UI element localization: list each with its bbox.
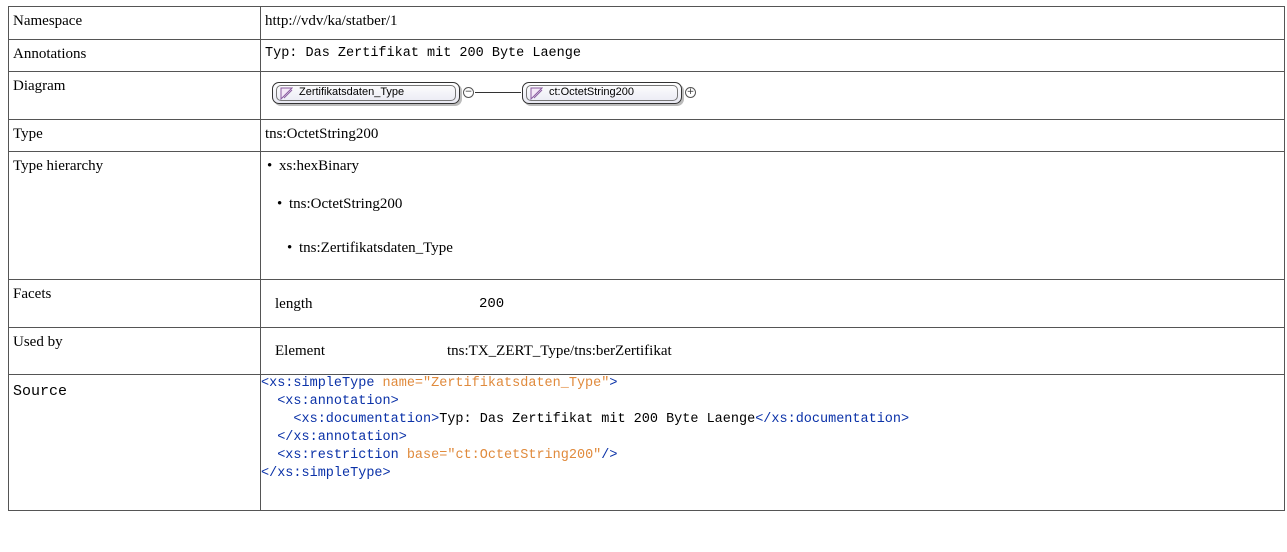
row-namespace: Namespace http://vdv/ka/statber/1 — [8, 6, 1285, 40]
type-label: Type — [8, 119, 261, 152]
annotations-value: Typ: Das Zertifikat mit 200 Byte Laenge — [260, 39, 1285, 72]
used-by-link[interactable]: tns:TX_ZERT_Type/tns:berZertifikat — [447, 343, 672, 360]
facet-name: length — [275, 296, 313, 312]
namespace-value: http://vdv/ka/statber/1 — [260, 6, 1285, 40]
type-value: tns:OctetString200 — [260, 119, 1285, 152]
annotations-label: Annotations — [8, 39, 261, 72]
used-by-cell: Element tns:TX_ZERT_Type/tns:berZertifik… — [260, 327, 1285, 375]
collapse-icon[interactable]: − — [463, 87, 474, 98]
diagram-node-label: Zertifikatsdaten_Type — [299, 86, 405, 98]
source-code: <xs:simpleType name="Zertifikatsdaten_Ty… — [260, 374, 1285, 511]
source-label: Source — [8, 374, 261, 511]
namespace-label: Namespace — [8, 6, 261, 40]
facets-label: Facets — [8, 279, 261, 328]
used-by-label: Used by — [8, 327, 261, 375]
used-by-kind: Element — [275, 343, 325, 359]
row-type-hierarchy: Type hierarchy • xs:hexBinary • tns:OctetS… — [8, 151, 1285, 280]
hierarchy-item: • xs:hexBinary — [267, 158, 359, 174]
diagram-connector — [475, 92, 521, 93]
row-used-by: Used by Element tns:TX_ZERT_Type/tns:ber… — [8, 327, 1285, 375]
facet-length: length 200 — [261, 280, 1284, 320]
row-diagram: Diagram Zertifikatsdaten_Type − ct:Octet… — [8, 71, 1285, 120]
simple-type-icon — [530, 87, 543, 100]
diagram-cell: Zertifikatsdaten_Type − ct:OctetString20… — [260, 71, 1285, 120]
hierarchy-item: • tns:OctetString200 — [277, 196, 403, 212]
type-hierarchy-cell: • xs:hexBinary • tns:OctetString200 • tns:Z… — [260, 151, 1285, 280]
expand-icon[interactable]: + — [685, 87, 696, 98]
row-annotations: Annotations Typ: Das Zertifikat mit 200 … — [8, 39, 1285, 72]
row-source: Source <xs:simpleType name="Zertifikatsd… — [8, 374, 1285, 511]
simple-type-icon — [280, 87, 293, 100]
diagram-node-label: ct:OctetString200 — [549, 86, 634, 98]
diagram-node-zertifikatsdaten[interactable]: Zertifikatsdaten_Type — [272, 82, 460, 104]
schema-doc-table: Namespace http://vdv/ka/statber/1 Annota… — [8, 6, 1285, 511]
type-hierarchy-label: Type hierarchy — [8, 151, 261, 280]
diagram-node-octetstring[interactable]: ct:OctetString200 — [522, 82, 682, 104]
hierarchy-item: • tns:Zertifikatsdaten_Type — [287, 240, 453, 256]
type-hierarchy-list: • xs:hexBinary • tns:OctetString200 • tns:Z… — [265, 158, 1284, 278]
diagram-label: Diagram — [8, 71, 261, 120]
type-diagram: Zertifikatsdaten_Type − ct:OctetString20… — [265, 78, 1284, 118]
used-by-entry: Element tns:TX_ZERT_Type/tns:berZertifik… — [261, 328, 1284, 368]
facet-value: 200 — [479, 296, 505, 312]
row-type: Type tns:OctetString200 — [8, 119, 1285, 152]
facets-cell: length 200 — [260, 279, 1285, 328]
row-facets: Facets length 200 — [8, 279, 1285, 328]
